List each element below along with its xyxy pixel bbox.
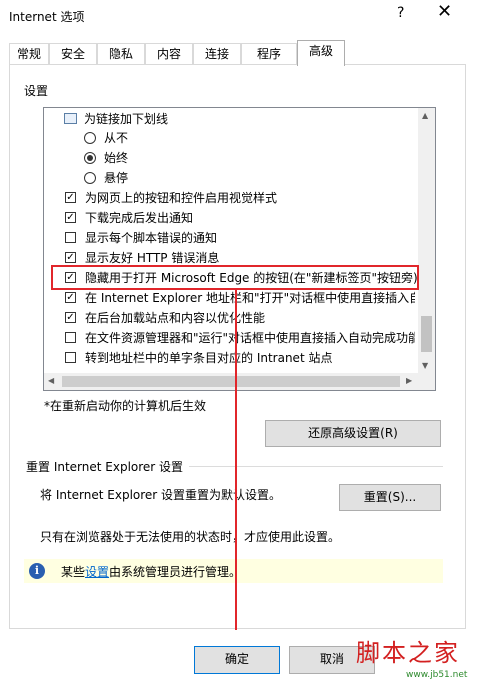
divider: [189, 466, 443, 467]
horizontal-scrollbar[interactable]: ◀ ▶: [44, 373, 418, 390]
restart-note: *在重新启动你的计算机后生效: [44, 399, 207, 413]
scroll-up-icon[interactable]: ▲: [422, 111, 428, 120]
scroll-right-icon[interactable]: ▶: [406, 376, 412, 385]
settings-list[interactable]: 为链接加下划线 从不 始终 悬停 ✓ 为网页上的按钮和控件启用视觉样式 ✓ 下载…: [43, 107, 436, 391]
help-button[interactable]: ?: [397, 5, 404, 21]
radio-button[interactable]: [84, 172, 96, 184]
restore-advanced-button[interactable]: 还原高级设置(R): [265, 420, 441, 447]
ok-button[interactable]: 确定: [194, 646, 280, 674]
horizontal-scroll-thumb[interactable]: [62, 376, 400, 387]
list-item-label: 在 Internet Explorer 地址栏和"打开"对话框中使用直接插入自: [85, 291, 415, 305]
close-button[interactable]: ✕: [437, 3, 452, 21]
checkbox[interactable]: ✓: [65, 292, 76, 303]
watermark-text: 脚本之家: [356, 639, 460, 667]
highlight-box: [51, 265, 419, 290]
list-item-label: 在后台加载站点和内容以优化性能: [85, 311, 266, 325]
reset-note: 只有在浏览器处于无法使用的状态时，才应使用此设置。: [40, 530, 341, 544]
highlight-arrow-line: [235, 290, 237, 630]
tab-connections[interactable]: 连接: [193, 43, 241, 64]
radio-button[interactable]: [84, 152, 96, 164]
radio-button[interactable]: [84, 132, 96, 144]
settings-group-icon: [64, 113, 77, 124]
title-bar: Internet 选项 ? ✕: [0, 0, 477, 31]
tab-programs[interactable]: 程序: [241, 43, 297, 64]
watermark-url: www.jb51.net: [406, 670, 468, 680]
checkbox[interactable]: [65, 352, 76, 363]
checkbox-inline-autocomplete-ie[interactable]: ✓ 在 Internet Explorer 地址栏和"打开"对话框中使用直接插入…: [65, 288, 415, 308]
scroll-down-icon[interactable]: ▼: [422, 361, 428, 370]
list-item-label: 始终: [104, 151, 129, 165]
settings-link[interactable]: 设置: [85, 565, 109, 579]
checkbox[interactable]: ✓: [65, 212, 76, 223]
tab-advanced[interactable]: 高级: [297, 40, 345, 66]
list-item-label: 在文件资源管理器和"运行"对话框中使用直接插入自动完成功能: [85, 331, 415, 345]
checkbox-inline-autocomplete-explorer[interactable]: 在文件资源管理器和"运行"对话框中使用直接插入自动完成功能: [65, 328, 415, 348]
checkbox[interactable]: ✓: [65, 192, 76, 203]
checkbox[interactable]: [65, 332, 76, 343]
info-text-after: 由系统管理员进行管理。: [109, 565, 242, 579]
admin-info-bar: i 某些设置由系统管理员进行管理。: [24, 559, 443, 583]
reset-section-title: 重置 Internet Explorer 设置: [26, 460, 184, 474]
list-item-label: 悬停: [104, 171, 129, 185]
vertical-scrollbar[interactable]: ▲ ▼: [418, 108, 435, 373]
checkbox[interactable]: [65, 232, 76, 243]
tab-privacy[interactable]: 隐私: [97, 43, 145, 64]
watermark: 脚本之家 www.jb51.net: [356, 633, 474, 683]
tab-general[interactable]: 常规: [9, 43, 49, 64]
list-item-label: 为网页上的按钮和控件启用视觉样式: [85, 191, 278, 205]
tab-content[interactable]: 内容: [145, 43, 193, 64]
vertical-scroll-thumb[interactable]: [421, 316, 432, 352]
info-text: 某些设置由系统管理员进行管理。: [61, 563, 241, 580]
reset-description: 将 Internet Explorer 设置重置为默认设置。: [40, 488, 282, 502]
scrollbar-corner: [418, 373, 435, 390]
checkbox[interactable]: ✓: [65, 312, 76, 323]
list-item-label: 下载完成后发出通知: [85, 211, 194, 225]
info-text-before: 某些: [61, 565, 86, 579]
checkbox[interactable]: ✓: [65, 252, 76, 263]
settings-group-label: 设置: [24, 84, 49, 98]
list-item-label: 转到地址栏中的单字条目对应的 Intranet 站点: [85, 351, 333, 365]
scroll-left-icon[interactable]: ◀: [48, 376, 54, 385]
info-icon: i: [29, 563, 45, 579]
reset-button[interactable]: 重置(S)...: [339, 484, 441, 511]
tab-security[interactable]: 安全: [49, 43, 97, 64]
list-item-label: 为链接加下划线: [84, 112, 169, 126]
list-item-label: 从不: [104, 131, 129, 145]
list-item-label: 显示每个脚本错误的通知: [85, 231, 218, 245]
window-title: Internet 选项: [9, 10, 85, 24]
